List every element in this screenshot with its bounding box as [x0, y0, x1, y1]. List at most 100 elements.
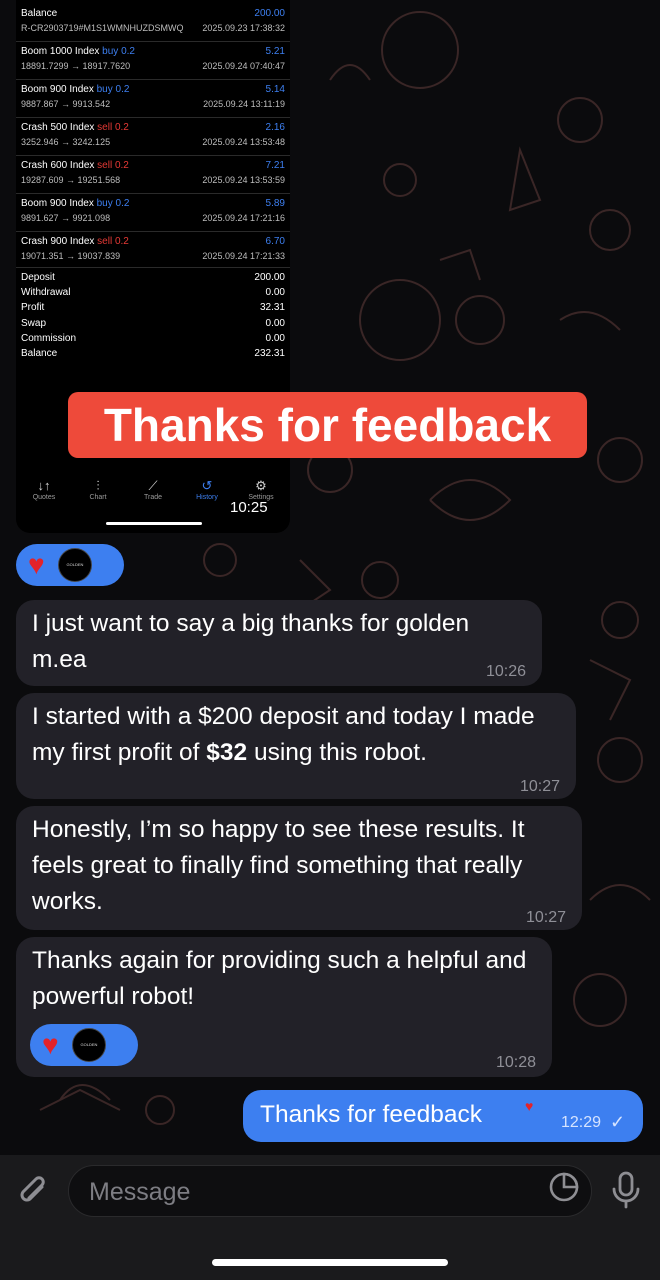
summary-row: Balance 232.31	[21, 348, 285, 363]
account-id: R-CR2903719#M1S1WMNHUZDSMWQ	[21, 23, 184, 33]
reaction-pill[interactable]: ♥ GOLDEN	[30, 1024, 138, 1066]
message-input[interactable]: Message	[68, 1165, 592, 1217]
trade-icon: ⟋	[148, 478, 158, 493]
trade-symbol: Boom 900 Index	[21, 198, 94, 209]
history-icon: ↺	[201, 478, 213, 493]
avatar: GOLDEN	[58, 548, 92, 582]
trade-symbol: Boom 1000 Index	[21, 46, 100, 57]
trade-side: buy 0.2	[96, 84, 130, 95]
message-text: Thanks again for providing such a helpfu…	[32, 947, 527, 1010]
trade-profit: 2.16	[265, 122, 285, 133]
summary-value: 32.31	[259, 302, 285, 313]
message-time: 12:29	[561, 1114, 602, 1131]
trade-datetime: 2025.09.24 13:53:48	[202, 137, 285, 147]
summary-row: Profit 32.31	[21, 302, 285, 317]
trade-symbol: Crash 600 Index	[21, 160, 95, 171]
message-text: Honestly, I’m so happy to see these resu…	[32, 816, 525, 915]
divider	[16, 155, 290, 156]
divider	[16, 79, 290, 80]
summary-label: Commission	[21, 333, 77, 344]
summary-row: Deposit 200.00	[21, 272, 285, 287]
trade-prices: 9887.867 → 9913.542	[21, 99, 111, 109]
message-bubble[interactable]: I started with a $200 deposit and today …	[16, 693, 576, 799]
summary-label: Swap	[21, 318, 47, 329]
trade-datetime: 2025.09.24 13:11:19	[203, 99, 285, 109]
summary-value: 0.00	[265, 333, 285, 344]
trade-datetime: 2025.09.24 17:21:33	[202, 251, 285, 261]
trade-profit: 5.14	[265, 84, 285, 95]
message-placeholder: Message	[89, 1178, 191, 1206]
message-text: Thanks for feedback	[260, 1101, 482, 1128]
read-check-icon: ✓	[610, 1112, 626, 1132]
divider	[16, 41, 290, 42]
summary-label: Profit	[21, 302, 45, 313]
trade-symbol: Crash 900 Index	[21, 236, 95, 247]
microphone-icon[interactable]	[610, 1171, 642, 1209]
paperclip-icon[interactable]	[16, 1173, 52, 1209]
trade-prices: 19287.609 → 19251.568	[21, 175, 121, 185]
summary-label: Balance	[21, 348, 58, 359]
trade-side: sell 0.2	[97, 160, 129, 171]
message-bubble[interactable]: Honestly, I’m so happy to see these resu…	[16, 806, 582, 930]
summary-value: 0.00	[265, 318, 285, 329]
heart-icon: ♥	[28, 549, 45, 580]
trade-profit: 7.21	[265, 160, 285, 171]
summary-value: 232.31	[254, 348, 285, 359]
profit-amount: $32	[206, 739, 248, 766]
message-time: 10:26	[485, 663, 526, 680]
summary-label: Deposit	[21, 272, 55, 283]
divider	[16, 193, 290, 194]
trade-prices: 9891.627 → 9921.098	[21, 213, 111, 223]
message-text: I just want to say a big thanks for gold…	[32, 610, 470, 673]
message-time: 10:27	[525, 909, 566, 926]
trade-profit: 5.21	[265, 46, 285, 57]
screenshot-home-indicator	[106, 522, 202, 525]
balance-header-row: Balance 200.00 R-CR2903719#M1S1WMNHUZDSM…	[21, 8, 285, 38]
summary-row: Swap 0.00	[21, 318, 285, 333]
quotes-icon: ↓↑	[37, 478, 51, 493]
tab-quotes: ↓↑ Quotes	[19, 478, 69, 501]
trade-prices: 3252.946 → 3242.125	[21, 137, 111, 147]
caption-overlay: Thanks for feedback	[68, 392, 587, 458]
message-time: 10:25	[230, 499, 268, 516]
balance-datetime: 2025.09.23 17:38:32	[202, 23, 285, 33]
summary-row: Withdrawal 0.00	[21, 287, 285, 302]
trade-datetime: 2025.09.24 13:53:59	[202, 175, 285, 185]
outgoing-message-bubble[interactable]: Thanks for feedback ♥ 12:29 ✓	[243, 1090, 643, 1142]
trade-side: buy 0.2	[102, 46, 135, 57]
chart-icon: ⫶	[96, 478, 100, 493]
summary-label: Withdrawal	[21, 287, 71, 298]
sticker-icon[interactable]	[548, 1171, 580, 1203]
trade-datetime: 2025.09.24 07:40:47	[202, 61, 285, 71]
divider	[16, 267, 290, 268]
trade-row: Crash 600 Index sell 0.2 7.21 19287.609 …	[21, 160, 285, 190]
divider	[16, 231, 290, 232]
tab-settings: ⚙ Settings	[236, 478, 286, 501]
divider	[16, 117, 290, 118]
message-text: I started with a $200 deposit and today …	[32, 703, 535, 766]
composer-bar: Message	[0, 1155, 660, 1280]
message-time: 10:27	[519, 778, 560, 795]
summary-row: Commission 0.00	[21, 333, 285, 348]
gear-icon: ⚙	[255, 478, 267, 493]
message-time: 10:28	[495, 1054, 536, 1071]
heart-icon: ♥	[525, 1098, 534, 1114]
tab-chart: ⫶ Chart	[73, 478, 123, 501]
tab-trade: ⟋ Trade	[128, 478, 178, 501]
trade-side: buy 0.2	[96, 198, 130, 209]
message-bubble[interactable]: I just want to say a big thanks for gold…	[16, 600, 542, 686]
tab-history: ↺ History	[182, 478, 232, 501]
home-indicator	[212, 1259, 448, 1266]
trade-prices: 19071.351 → 19037.839	[21, 251, 121, 261]
trade-side: sell 0.2	[97, 236, 129, 247]
balance-title: Balance	[21, 8, 58, 19]
reaction-pill[interactable]: ♥ GOLDEN	[16, 544, 124, 586]
balance-value: 200.00	[254, 8, 285, 19]
trade-symbol: Boom 900 Index	[21, 84, 94, 95]
trade-row: Crash 500 Index sell 0.2 2.16 3252.946 →…	[21, 122, 285, 152]
trade-prices: 18891.7299 → 18917.7620	[21, 61, 131, 71]
avatar: GOLDEN	[72, 1028, 106, 1062]
trade-row: Boom 900 Index buy 0.2 5.89 9891.627 → 9…	[21, 198, 285, 228]
summary-value: 0.00	[265, 287, 285, 298]
trade-row: Crash 900 Index sell 0.2 6.70 19071.351 …	[21, 236, 285, 266]
